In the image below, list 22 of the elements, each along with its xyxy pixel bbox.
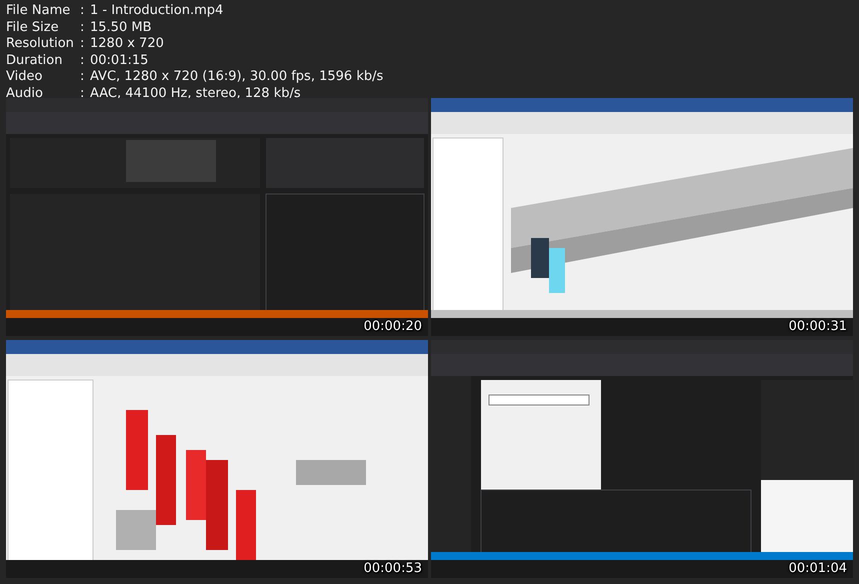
info-label: Resolution <box>6 36 75 52</box>
separator: : <box>80 52 86 69</box>
info-value: 1280 x 720 <box>90 36 165 52</box>
timestamp: 00:00:53 <box>364 561 422 576</box>
info-label: Duration <box>6 52 64 69</box>
info-label: File Name <box>6 3 72 20</box>
info-value: 00:01:15 <box>90 52 150 69</box>
info-value: AVC, 1280 x 720 (16:9), 30.00 fps, 1596 kb/s <box>90 69 384 86</box>
separator: : <box>80 20 86 36</box>
info-value: 1 - Introduction.mp4 <box>90 3 224 20</box>
info-label: Audio <box>6 86 44 102</box>
info-value: 15.50 MB <box>90 20 152 36</box>
separator: : <box>80 69 86 86</box>
separator: : <box>80 36 86 52</box>
info-label: Video <box>6 69 44 86</box>
timestamp: 00:00:20 <box>364 319 422 334</box>
timestamp: 00:00:31 <box>788 319 847 334</box>
timestamp: 00:01:04 <box>788 561 847 576</box>
separator: : <box>80 86 86 102</box>
info-value: AAC, 44100 Hz, stereo, 128 kb/s <box>90 86 302 102</box>
info-label: File Size <box>6 20 60 36</box>
separator: : <box>80 3 86 20</box>
